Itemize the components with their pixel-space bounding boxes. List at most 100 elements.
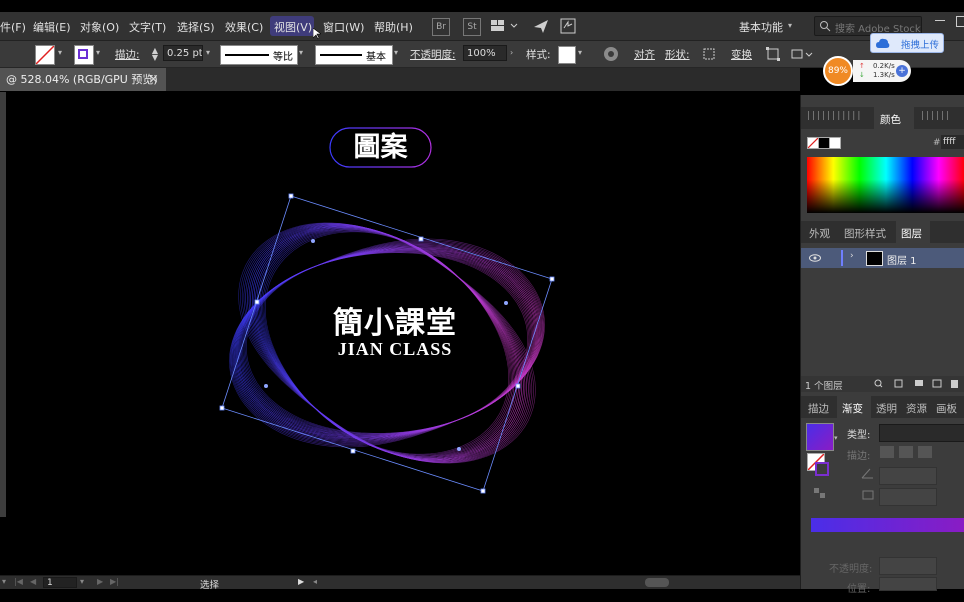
fill-chevron-icon[interactable]: ▾ [58, 48, 66, 57]
horizontal-scroll-thumb[interactable] [645, 578, 669, 587]
stroke-weight-chevron-icon[interactable]: ▾ [206, 48, 214, 57]
stroke-gradient-mode-icons[interactable] [879, 445, 937, 459]
stock-icon[interactable]: St [463, 18, 481, 36]
scroll-left-icon[interactable]: ◂ [313, 577, 317, 586]
stroke-weight-label[interactable]: 描边: [115, 47, 140, 62]
isolate-icon[interactable] [791, 46, 813, 62]
recolor-artwork-icon[interactable] [603, 46, 619, 62]
opacity-input[interactable]: 100% [463, 45, 507, 61]
gradient-preview-swatch[interactable] [806, 423, 834, 451]
prev-page-icon[interactable]: ◀ [30, 577, 36, 586]
last-page-icon[interactable]: ▶| [110, 577, 119, 586]
tab-color[interactable]: 颜色 [880, 112, 901, 127]
brush-chevron-icon[interactable]: ▾ [394, 48, 402, 57]
minimize-button[interactable] [935, 20, 945, 21]
menu-help[interactable]: 帮助(H) [374, 19, 413, 35]
send-icon[interactable] [533, 18, 549, 34]
graphic-style-swatch[interactable] [558, 46, 576, 64]
menu-view[interactable]: 视图(V) [274, 19, 312, 35]
handle-top[interactable] [418, 236, 424, 242]
plus-icon[interactable]: + [896, 65, 908, 77]
transform-bounds-icon[interactable] [765, 46, 781, 62]
tab-layers[interactable]: 图层 [901, 226, 922, 241]
aspect-ratio-field[interactable] [879, 488, 937, 506]
gradient-swatch-chevron-icon[interactable]: ▾ [834, 434, 838, 442]
workspace-switcher[interactable]: 基本功能 [739, 19, 783, 35]
fill-stroke-stroke-swatch[interactable] [815, 462, 829, 476]
more-panel-icons[interactable]: |||||| [921, 111, 951, 121]
layer-actions-icons[interactable] [873, 378, 963, 389]
tab-artboards[interactable]: 画板 [936, 401, 957, 416]
style-chevron-icon[interactable]: ▾ [578, 48, 586, 57]
layer-name[interactable]: 图层 1 [887, 252, 917, 267]
handle-top-right[interactable] [549, 276, 555, 282]
align-label[interactable]: 对齐 [634, 47, 655, 62]
tab-transparency[interactable]: 透明 [876, 401, 897, 416]
hex-input[interactable]: ffff [941, 135, 964, 149]
stop-position-field[interactable] [879, 577, 937, 591]
zoom-chevron-icon[interactable]: ▾ [2, 577, 6, 586]
opacity-expand-icon[interactable]: › [510, 48, 518, 57]
layer-row[interactable]: › 图层 1 [801, 248, 964, 268]
document-tab[interactable]: @ 528.04% (RGB/GPU 预览) × [0, 68, 166, 91]
bridge-icon[interactable]: Br [432, 18, 450, 36]
menu-type[interactable]: 文字(T) [129, 19, 166, 35]
next-page-icon[interactable]: ▶ [97, 577, 103, 586]
menu-edit[interactable]: 编辑(E) [33, 19, 71, 35]
network-speed-widget[interactable]: 89% ↑ ↓ 0.2K/s 1.3K/s + [823, 56, 913, 86]
artboard-canvas[interactable]: 圖案 簡小課堂 JIAN CLASS [6, 92, 800, 575]
handle-top-left[interactable] [288, 193, 294, 199]
status-menu-icon[interactable]: ▶ [298, 577, 304, 586]
gradient-type-field[interactable] [879, 424, 964, 442]
color-white-swatch[interactable] [829, 137, 841, 149]
visibility-eye-icon[interactable] [809, 254, 821, 262]
tab-stroke[interactable]: 描边 [808, 401, 829, 416]
menu-object[interactable]: 对象(O) [80, 19, 119, 35]
color-spectrum[interactable] [807, 157, 964, 213]
menu-select[interactable]: 选择(S) [177, 19, 215, 35]
shape-icon[interactable] [702, 47, 716, 61]
angle-field[interactable] [879, 467, 937, 485]
opacity-label[interactable]: 不透明度: [410, 47, 456, 62]
page-chevron-icon[interactable]: ▾ [80, 577, 84, 586]
stroke-stepper[interactable]: ▲ ▼ [150, 46, 160, 62]
stop-opacity-field[interactable] [879, 557, 937, 575]
menu-file[interactable]: 件(F) [0, 19, 26, 35]
stroke-swatch[interactable] [74, 45, 94, 65]
aspect-ratio-icon [862, 490, 874, 500]
document-tab-title: @ 528.04% (RGB/GPU 预览) [6, 73, 158, 86]
tab-assets[interactable]: 资源 [906, 401, 927, 416]
reverse-gradient-icon[interactable] [813, 487, 827, 499]
page-number-input[interactable]: 1 [43, 577, 77, 588]
cloud-upload-button[interactable]: 拖拽上传 [870, 33, 944, 53]
first-page-icon[interactable]: |◀ [14, 577, 23, 586]
layer-count: 1 个图层 [805, 381, 843, 392]
maximize-button[interactable] [956, 16, 964, 27]
tab-appearance[interactable]: 外观 [809, 226, 830, 241]
handle-right[interactable] [515, 383, 521, 389]
expand-layer-icon[interactable]: › [850, 251, 854, 261]
handle-bottom-right[interactable] [480, 488, 486, 494]
handle-bottom[interactable] [350, 448, 356, 454]
gradient-slider[interactable] [811, 518, 964, 532]
variable-width-profile[interactable]: 等比 [220, 45, 298, 65]
handle-left[interactable] [254, 299, 260, 305]
collapsed-panel-icons[interactable]: ||||||||||| [807, 111, 862, 121]
document-close-icon[interactable]: × [148, 68, 159, 91]
angle-icon [861, 468, 873, 479]
workspace-chevron-icon[interactable]: ▾ [788, 21, 796, 30]
stroke-weight-input[interactable]: 0.25 pt [163, 45, 203, 61]
tab-graphic-styles[interactable]: 图形样式 [844, 226, 886, 241]
menu-effect[interactable]: 效果(C) [225, 19, 263, 35]
tab-gradient[interactable]: 渐变 [842, 401, 863, 416]
shape-label[interactable]: 形状: [665, 47, 690, 62]
fill-swatch[interactable] [35, 45, 55, 65]
menu-window[interactable]: 窗口(W) [323, 19, 364, 35]
arrange-documents-icon[interactable] [491, 19, 519, 33]
handle-bottom-left[interactable] [219, 405, 225, 411]
profile-chevron-icon[interactable]: ▾ [299, 48, 307, 57]
gpu-performance-icon[interactable] [560, 18, 576, 34]
stroke-chevron-icon[interactable]: ▾ [96, 48, 104, 57]
brush-definition[interactable]: 基本 [315, 45, 393, 65]
transform-label[interactable]: 变换 [731, 47, 752, 62]
